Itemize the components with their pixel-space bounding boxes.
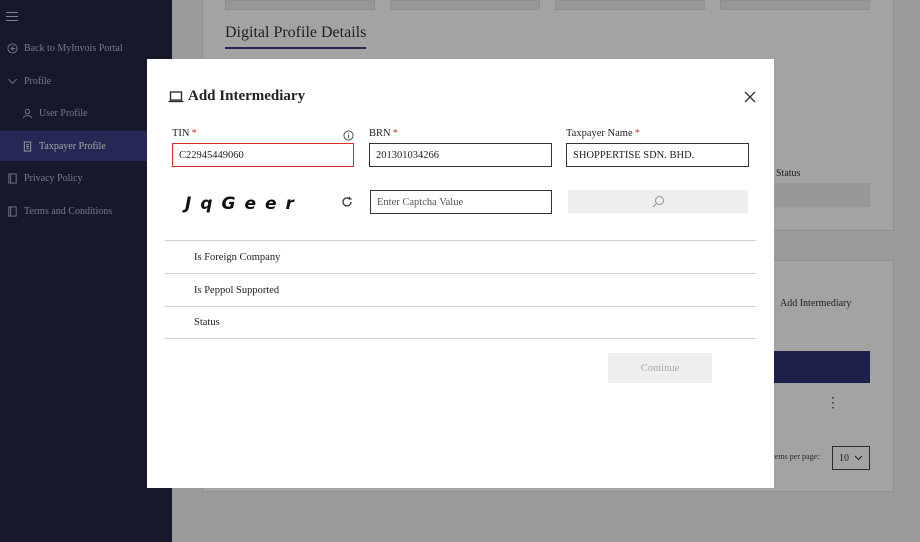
close-icon[interactable] xyxy=(744,90,756,103)
laptop-icon xyxy=(168,90,184,104)
refresh-icon[interactable] xyxy=(341,195,353,207)
taxpayer-name-input[interactable]: SHOPPERTISE SDN. BHD. xyxy=(566,143,749,167)
taxpayer-name-value: SHOPPERTISE SDN. BHD. xyxy=(573,149,695,161)
row-label: Status xyxy=(194,317,220,328)
continue-button[interactable]: Continue xyxy=(608,353,712,383)
search-button[interactable] xyxy=(568,190,748,213)
info-icon[interactable] xyxy=(343,128,354,141)
list-item-is-foreign-company: Is Foreign Company xyxy=(165,240,756,273)
brn-label-text: BRN xyxy=(369,128,391,139)
taxpayer-name-label-text: Taxpayer Name xyxy=(566,128,633,139)
row-label: Is Foreign Company xyxy=(194,251,281,263)
tin-value: C22945449060 xyxy=(179,149,244,161)
required-marker: * xyxy=(191,128,197,139)
search-icon xyxy=(652,195,664,208)
dialog-title-text: Add Intermediary xyxy=(188,88,306,104)
required-marker: * xyxy=(392,128,398,139)
brn-label: BRN * xyxy=(369,128,398,139)
row-label: Is Peppol Supported xyxy=(194,284,280,296)
brn-input[interactable]: 201301034266 xyxy=(369,143,552,167)
tin-label: TIN * xyxy=(172,128,197,139)
required-marker: * xyxy=(634,128,640,139)
brn-value: 201301034266 xyxy=(376,149,439,161)
add-intermediary-dialog: Add Intermediary TIN * C22945449060 BRN * … xyxy=(147,59,774,488)
tin-label-text: TIN xyxy=(172,128,190,139)
list-item-status: Status xyxy=(165,306,756,339)
taxpayer-name-label: Taxpayer Name * xyxy=(566,128,640,139)
list-item-is-peppol-supported: Is Peppol Supported xyxy=(165,273,756,306)
captcha-image: JqGeer xyxy=(185,194,303,214)
tin-input[interactable]: C22945449060 xyxy=(172,143,354,167)
dialog-title: Add Intermediary xyxy=(168,88,305,105)
captcha-input[interactable] xyxy=(370,190,552,214)
